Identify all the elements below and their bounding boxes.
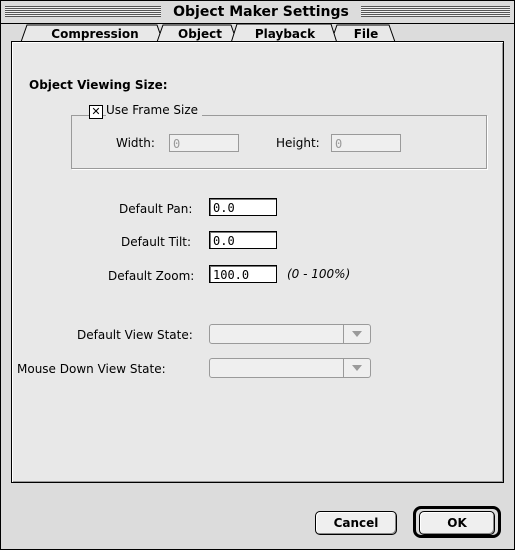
ok-button[interactable]: OK [419,511,495,535]
chevron-down-icon [352,365,362,371]
view-state-popup[interactable] [209,324,371,344]
title-bar[interactable]: Object Maker Settings [1,1,514,24]
tab-panel [11,41,504,483]
tilt-label: Default Tilt: [121,235,192,249]
pan-label: Default Pan: [119,202,193,216]
width-label: Width: [116,136,155,150]
chevron-down-icon [352,331,362,337]
use-frame-size-checkbox[interactable]: ✕ [89,105,103,119]
dialog-window: Object Maker Settings Compression Object… [0,0,515,550]
use-frame-size-label[interactable]: Use Frame Size [106,103,203,117]
zoom-field[interactable]: 100.0 [209,265,277,283]
width-field[interactable]: 0 [169,134,239,152]
view-state-label: Default View State: [77,328,193,342]
zoom-range-hint: (0 - 100%) [287,267,351,281]
tilt-field[interactable]: 0.0 [209,231,277,249]
cancel-button[interactable]: Cancel [315,511,397,535]
tab-compression[interactable]: Compression [31,27,159,41]
mouse-down-state-arrow-box [343,359,370,377]
mouse-down-state-popup[interactable] [209,358,371,378]
height-field[interactable]: 0 [331,134,401,152]
tab-file[interactable]: File [339,27,393,41]
pan-field[interactable]: 0.0 [209,198,277,216]
tab-object[interactable]: Object [165,27,235,41]
zoom-label: Default Zoom: [108,269,195,283]
tab-playback[interactable]: Playback [237,27,333,41]
view-state-arrow-box [343,325,370,343]
mouse-down-state-label: Mouse Down View State: [17,362,166,376]
height-label: Height: [276,136,320,150]
section-title: Object Viewing Size: [29,78,168,92]
window-title: Object Maker Settings [161,3,361,21]
